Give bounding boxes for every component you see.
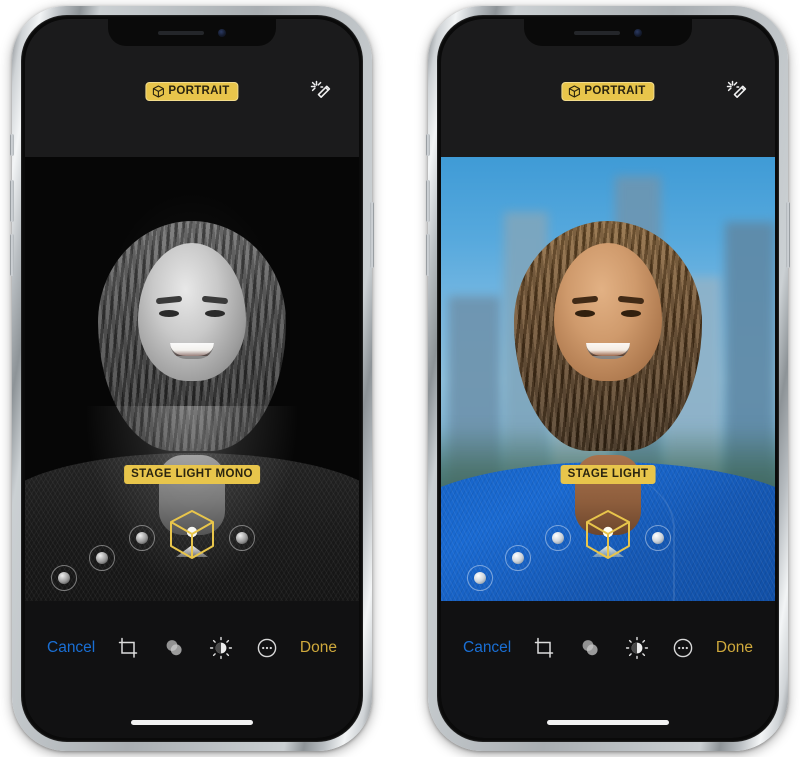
lighting-option-contour-light[interactable] — [129, 525, 155, 551]
subject-brow-left — [155, 295, 183, 305]
photo-canvas-right[interactable]: STAGE LIGHT — [441, 157, 775, 619]
power-button[interactable] — [370, 202, 374, 268]
lighting-mode-label-left: STAGE LIGHT MONO — [124, 465, 260, 484]
subject-mouth — [170, 343, 214, 360]
done-button[interactable]: Done — [716, 640, 753, 656]
adjust-icon[interactable] — [623, 634, 651, 662]
lighting-option-bead — [512, 552, 524, 564]
phone-bezel-left: STAGE LIGHT MONO PORTRAIT Cancel Done — [21, 15, 363, 742]
lighting-option-stage-light-mono[interactable] — [645, 525, 671, 551]
lighting-option-contour-light[interactable] — [545, 525, 571, 551]
subject-eye-right — [205, 310, 225, 318]
lighting-option-bead — [474, 572, 486, 584]
photo-canvas-left[interactable]: STAGE LIGHT MONO — [25, 157, 359, 619]
notch-right — [524, 19, 692, 46]
power-button[interactable] — [786, 202, 790, 268]
volume-down-button[interactable] — [10, 234, 14, 276]
cube-icon — [152, 85, 164, 98]
subject-eye-left — [575, 310, 595, 318]
portrait-mode-badge-right[interactable]: PORTRAIT — [561, 82, 655, 101]
portrait-badge-label: PORTRAIT — [584, 84, 646, 97]
screenshot-canvas: STAGE LIGHT MONO PORTRAIT Cancel Done ST… — [0, 0, 800, 757]
done-button[interactable]: Done — [300, 640, 337, 656]
earpiece-speaker-icon — [158, 30, 204, 35]
portrait-mode-badge-left[interactable]: PORTRAIT — [145, 82, 239, 101]
more-icon[interactable] — [669, 634, 697, 662]
screen-right: STAGE LIGHT PORTRAIT Cancel Done — [441, 19, 775, 738]
home-indicator[interactable] — [547, 720, 669, 725]
subject-eye-right — [621, 310, 641, 318]
editor-tools-left: Cancel Done — [25, 631, 359, 665]
magic-wand-icon[interactable] — [309, 79, 335, 105]
volume-up-button[interactable] — [10, 180, 14, 222]
mute-switch[interactable] — [426, 134, 430, 156]
lighting-option-bead — [552, 532, 564, 544]
lighting-option-bead — [136, 532, 148, 544]
subject-brow-right — [201, 295, 229, 305]
lighting-option-studio-light[interactable] — [89, 545, 115, 571]
volume-down-button[interactable] — [426, 234, 430, 276]
subject-mouth — [586, 343, 630, 360]
cancel-button[interactable]: Cancel — [47, 640, 95, 656]
magic-wand-icon[interactable] — [725, 79, 751, 105]
front-camera-icon — [634, 28, 642, 37]
adjust-icon[interactable] — [207, 634, 235, 662]
lighting-option-natural-light[interactable] — [51, 565, 77, 591]
lighting-option-bead — [96, 552, 108, 564]
crop-icon[interactable] — [114, 634, 142, 662]
phone-device-left: STAGE LIGHT MONO PORTRAIT Cancel Done — [10, 6, 374, 751]
editor-tools-right: Cancel Done — [441, 631, 775, 665]
more-icon[interactable] — [253, 634, 281, 662]
home-indicator[interactable] — [131, 720, 253, 725]
lighting-option-bead — [58, 572, 70, 584]
lighting-option-natural-light[interactable] — [467, 565, 493, 591]
phone-device-right: STAGE LIGHT PORTRAIT Cancel Done — [426, 6, 790, 751]
volume-up-button[interactable] — [426, 180, 430, 222]
lighting-selected-cube-left[interactable] — [165, 507, 219, 565]
mute-switch[interactable] — [10, 134, 14, 156]
cancel-button[interactable]: Cancel — [463, 640, 511, 656]
earpiece-speaker-icon — [574, 30, 620, 35]
bottom-toolbar-left: Cancel Done — [25, 601, 359, 738]
subject-brow-left — [571, 295, 599, 305]
front-camera-icon — [218, 28, 226, 37]
portrait-badge-label: PORTRAIT — [168, 84, 230, 97]
phone-bezel-right: STAGE LIGHT PORTRAIT Cancel Done — [437, 15, 779, 742]
notch-left — [108, 19, 276, 46]
lighting-option-bead — [652, 532, 664, 544]
cube-icon — [568, 85, 580, 98]
crop-icon[interactable] — [530, 634, 558, 662]
screen-left: STAGE LIGHT MONO PORTRAIT Cancel Done — [25, 19, 359, 738]
filters-icon[interactable] — [160, 634, 188, 662]
lighting-mode-label-right: STAGE LIGHT — [560, 465, 656, 484]
filters-icon[interactable] — [576, 634, 604, 662]
bottom-toolbar-right: Cancel Done — [441, 601, 775, 738]
lighting-option-stage-light[interactable] — [229, 525, 255, 551]
lighting-option-bead — [236, 532, 248, 544]
lighting-selected-cube-right[interactable] — [581, 507, 635, 565]
lighting-option-studio-light[interactable] — [505, 545, 531, 571]
subject-brow-right — [617, 295, 645, 305]
subject-eye-left — [159, 310, 179, 318]
